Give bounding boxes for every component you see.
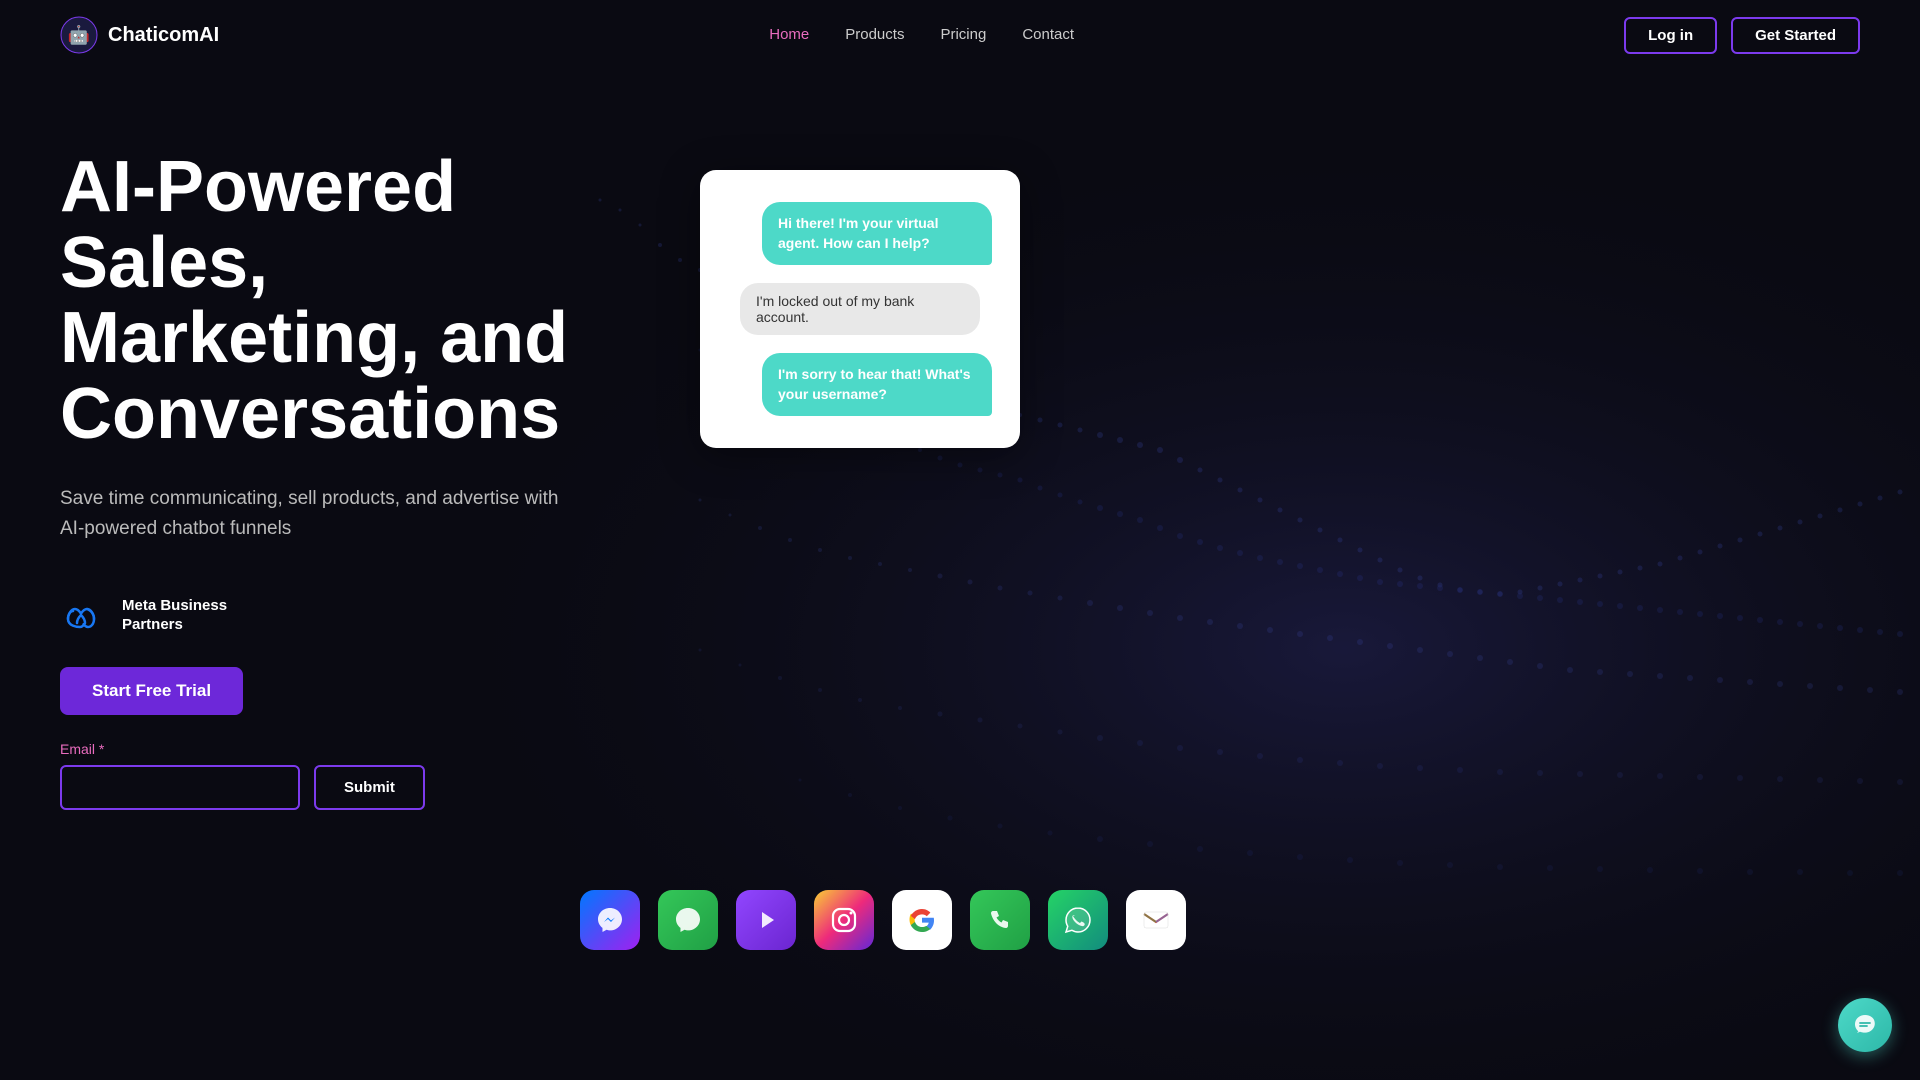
nav-home[interactable]: Home	[769, 26, 809, 43]
login-button[interactable]: Log in	[1624, 17, 1717, 54]
get-started-button[interactable]: Get Started	[1731, 17, 1860, 54]
nav-contact[interactable]: Contact	[1022, 26, 1074, 43]
app-icons-row	[580, 890, 1186, 950]
nav-actions: Log in Get Started	[1624, 17, 1860, 54]
google-icon[interactable]	[892, 890, 952, 950]
email-row: Submit	[60, 765, 640, 810]
meta-logo-icon	[60, 591, 108, 639]
hero-left: AI-Powered Sales, Marketing, and Convers…	[60, 150, 640, 810]
messenger-icon[interactable]	[580, 890, 640, 950]
nav-pricing[interactable]: Pricing	[940, 26, 986, 43]
logo[interactable]: 🤖 ChaticomAI	[60, 16, 219, 54]
nav-products[interactable]: Products	[845, 26, 904, 43]
meta-badge-text: Meta BusinessPartners	[122, 596, 227, 635]
chat-window: Hi there! I'm your virtual agent. How ca…	[700, 170, 1020, 448]
gmail-icon[interactable]	[1126, 890, 1186, 950]
logo-icon: 🤖	[60, 16, 98, 54]
submit-button[interactable]: Submit	[314, 765, 425, 810]
logo-text: ChaticomAI	[108, 24, 219, 47]
hero-section: AI-Powered Sales, Marketing, and Convers…	[0, 70, 1920, 810]
chat-bubble-3: I'm sorry to hear that! What's your user…	[762, 353, 992, 416]
meta-badge: Meta BusinessPartners	[60, 591, 640, 639]
hero-title: AI-Powered Sales, Marketing, and Convers…	[60, 150, 640, 452]
twitch-icon[interactable]	[736, 890, 796, 950]
chat-widget-icon	[1851, 1011, 1879, 1039]
hero-subtitle: Save time communicating, sell products, …	[60, 484, 580, 543]
email-input[interactable]	[60, 765, 300, 810]
phone-icon[interactable]	[970, 890, 1030, 950]
instagram-icon[interactable]	[814, 890, 874, 950]
nav-links: Home Products Pricing Contact	[769, 26, 1074, 44]
svg-text:🤖: 🤖	[68, 24, 90, 45]
trial-button[interactable]: Start Free Trial	[60, 667, 243, 715]
imessage-icon[interactable]	[658, 890, 718, 950]
chat-bubble-2: I'm locked out of my bank account.	[740, 283, 980, 335]
whatsapp-icon[interactable]	[1048, 890, 1108, 950]
chat-bubble-1: Hi there! I'm your virtual agent. How ca…	[762, 202, 992, 265]
chat-widget-button[interactable]	[1838, 998, 1892, 1052]
navigation: 🤖 ChaticomAI Home Products Pricing Conta…	[0, 0, 1920, 70]
email-label: Email *	[60, 741, 640, 757]
